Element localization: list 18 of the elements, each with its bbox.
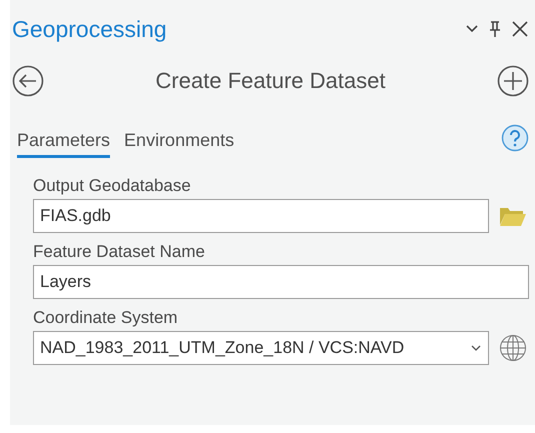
tab[interactable]: Parameters xyxy=(17,130,110,158)
text-field[interactable]: FIAS.gdb xyxy=(33,199,489,233)
help-icon[interactable] xyxy=(501,124,529,152)
chevron-down-icon[interactable] xyxy=(465,24,479,34)
tool-title: Create Feature Dataset xyxy=(154,68,386,94)
globe-icon[interactable] xyxy=(499,334,527,362)
field-label: Output Geodatabase xyxy=(33,176,192,196)
field-label: Coordinate System xyxy=(33,308,179,328)
caret-icon[interactable] xyxy=(470,344,482,352)
field-label: Feature Dataset Name xyxy=(33,242,206,262)
add-icon[interactable] xyxy=(497,65,529,97)
text-field[interactable]: Layers xyxy=(33,265,529,299)
close-icon[interactable] xyxy=(511,20,529,38)
pin-icon[interactable] xyxy=(489,20,501,38)
back-icon[interactable] xyxy=(12,65,44,97)
dropdown-field[interactable]: NAD_1983_2011_UTM_Zone_18N / VCS:NAVD xyxy=(33,331,489,365)
panel-title: Geoprocessing xyxy=(12,16,168,42)
tab[interactable]: Environments xyxy=(124,130,234,158)
